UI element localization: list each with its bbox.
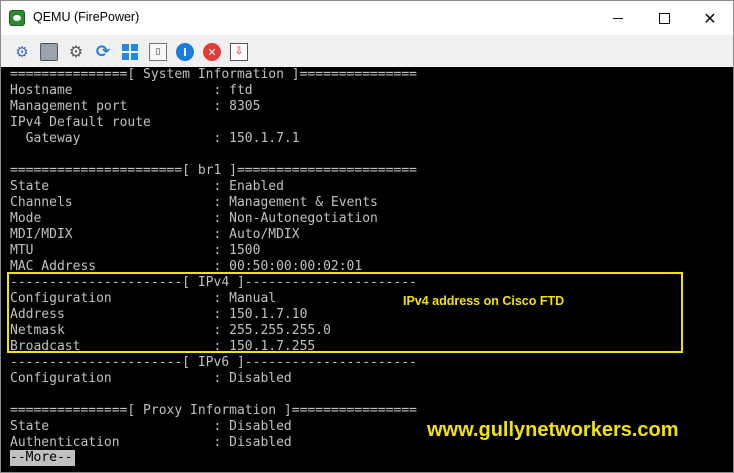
watermark: www.gullynetworkers.com — [427, 419, 679, 441]
monitor-icon[interactable] — [40, 43, 58, 61]
minimize-icon — [613, 17, 623, 19]
info-icon[interactable]: i — [176, 43, 194, 61]
qemu-app-icon — [9, 10, 25, 26]
console-line: IPv4 Default route — [10, 115, 151, 130]
console-line: Configuration : Disabled — [10, 371, 292, 386]
screenshot-icon[interactable]: ⇩ — [230, 43, 248, 61]
minimize-button[interactable] — [595, 1, 641, 35]
ipv4-highlight-box — [7, 272, 683, 353]
console-line: Hostname : ftd — [10, 83, 253, 98]
more-prompt: --More-- — [10, 450, 75, 466]
toolbar: ⚙ ⚙ ⟳ ▯ i ✕ ⇩ — [1, 35, 733, 96]
ipv4-annotation: IPv4 address on Cisco FTD — [403, 294, 565, 308]
console-line: ----------------------[ IPv6 ]----------… — [10, 355, 417, 370]
console-line: Management port : 8305 — [10, 99, 261, 114]
gear-icon[interactable]: ⚙ — [67, 43, 85, 61]
usb-icon[interactable]: ▯ — [149, 43, 167, 61]
console-line: ===============[ System Information ]===… — [10, 67, 417, 82]
console-line: ===============[ Proxy Information ]====… — [10, 403, 417, 418]
console-line: State : Disabled — [10, 419, 292, 434]
console-line: MTU : 1500 — [10, 243, 261, 258]
refresh-icon[interactable]: ⟳ — [94, 43, 112, 61]
maximize-icon — [658, 12, 670, 24]
console-line: Channels : Management & Events — [10, 195, 378, 210]
close-button[interactable]: ✕ — [687, 1, 733, 35]
console-screen[interactable]: ===============[ System Information ]===… — [1, 67, 733, 472]
close-icon: ✕ — [703, 8, 717, 28]
title-bar: QEMU (FirePower) ✕ — [1, 1, 733, 35]
maximize-button[interactable] — [641, 1, 687, 35]
qemu-window: QEMU (FirePower) ✕ ⚙ ⚙ ⟳ ▯ i ✕ ⇩ =======… — [0, 0, 734, 473]
console-line: Gateway : 150.1.7.1 — [10, 131, 300, 146]
console-line: MDI/MDIX : Auto/MDIX — [10, 227, 300, 242]
console-line: Authentication : Disabled — [10, 435, 292, 450]
console-line: ======================[ br1 ]===========… — [10, 163, 417, 178]
windows-icon[interactable] — [121, 43, 139, 61]
window-title: QEMU (FirePower) — [33, 10, 140, 24]
network-icon[interactable]: ⚙ — [13, 43, 31, 61]
console-line: State : Enabled — [10, 179, 284, 194]
console-line: Mode : Non-Autonegotiation — [10, 211, 378, 226]
stop-icon[interactable]: ✕ — [203, 43, 221, 61]
